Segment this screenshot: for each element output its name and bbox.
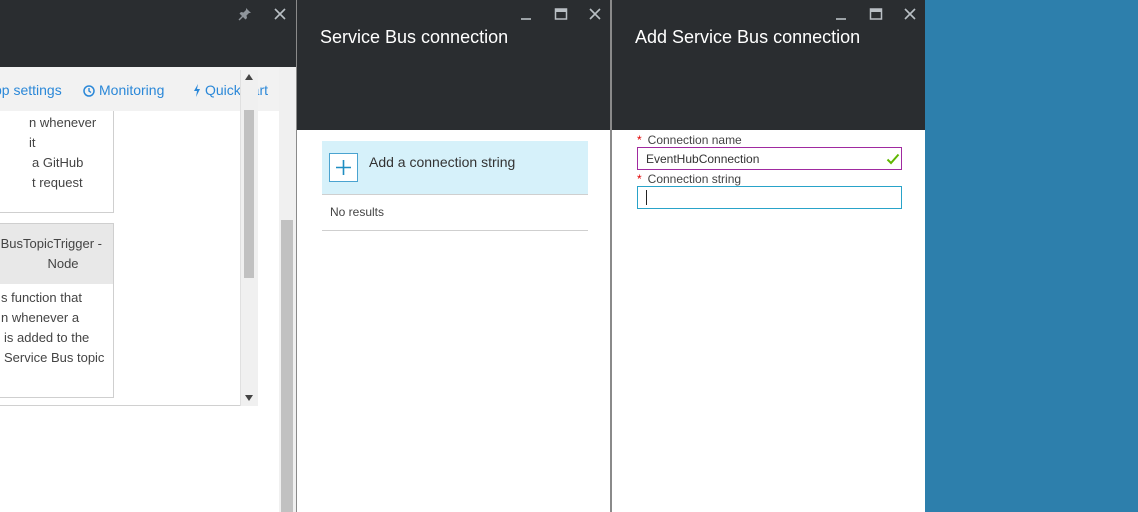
monitoring-label: Monitoring [99,82,165,98]
quickstart-label: Quickstart [205,82,269,98]
card-title-line: Node [47,256,79,271]
template-card[interactable]: n whenever it a GitHub t request [0,111,114,213]
template-card-servicebus-topic[interactable]: BusTopicTrigger - Node s function that n… [0,223,114,398]
card-description: n whenever it a GitHub t request [0,113,105,193]
scroll-up-arrow-icon[interactable] [245,74,253,80]
scrollbar-thumb[interactable] [244,110,254,278]
blade-title: Service Bus connection [320,27,509,47]
card-title: BusTopicTrigger - Node [0,224,113,284]
clock-icon [83,85,95,97]
function-app-blade: pp settings Monitoring Quickstart n when… [0,0,296,512]
close-icon[interactable] [587,6,603,22]
close-icon[interactable] [272,6,288,22]
monitoring-link[interactable]: Monitoring [83,82,164,98]
add-connection-string-button[interactable]: Add a connection string [322,141,588,195]
connection-string-input[interactable] [637,186,902,209]
text-cursor [646,190,647,205]
maximize-icon[interactable] [868,6,884,22]
maximize-icon[interactable] [553,6,569,22]
card-line: a GitHub [32,155,84,170]
blade-title: Add Service Bus connection [635,27,861,47]
scrollbar-thumb[interactable] [281,220,293,512]
divider [322,230,588,231]
add-connection-label: Add a connection string [369,154,516,170]
scroll-down-arrow-icon[interactable] [245,395,253,401]
inner-scrollbar[interactable] [240,70,258,406]
no-results-text: No results [330,205,385,219]
blade-header: Service Bus connection [297,0,610,130]
add-service-bus-connection-blade: Add Service Bus connection * Connection n… [612,0,925,512]
required-marker: * [637,133,642,147]
connection-string-label-text: Connection string [647,172,742,186]
card-line: t request [32,175,83,190]
template-list: n whenever it a GitHub t request BusTopi… [0,111,240,406]
minimize-icon[interactable] [833,6,849,22]
minimize-icon[interactable] [518,6,534,22]
blade-toolbar: pp settings Monitoring Quickstart [0,67,279,111]
lightning-icon [194,84,200,97]
card-line: s function that [1,290,82,305]
card-line: n whenever a [1,310,80,325]
card-description: s function that n whenever a is added to… [1,288,109,368]
card-line: Service Bus topic [4,350,105,365]
connection-name-label-text: Connection name [647,133,742,147]
connection-name-label: * Connection name [637,133,742,147]
card-title-line: BusTopicTrigger - [0,236,102,251]
checkmark-icon [886,152,900,165]
pin-icon[interactable] [237,6,253,22]
close-icon[interactable] [902,6,918,22]
app-settings-link[interactable]: pp settings [0,82,62,98]
connection-name-input[interactable] [637,147,902,170]
required-marker: * [637,172,642,186]
blade-header: Add Service Bus connection [612,0,925,130]
divider [0,405,258,406]
blade-scrollbar[interactable] [279,67,296,512]
blade-header [0,0,296,67]
service-bus-connection-blade: Service Bus connection Add a connection … [296,0,612,512]
card-line: n whenever it [29,115,97,150]
plus-icon [329,153,358,182]
connection-string-label: * Connection string [637,172,741,186]
card-line: is added to the [4,330,90,345]
